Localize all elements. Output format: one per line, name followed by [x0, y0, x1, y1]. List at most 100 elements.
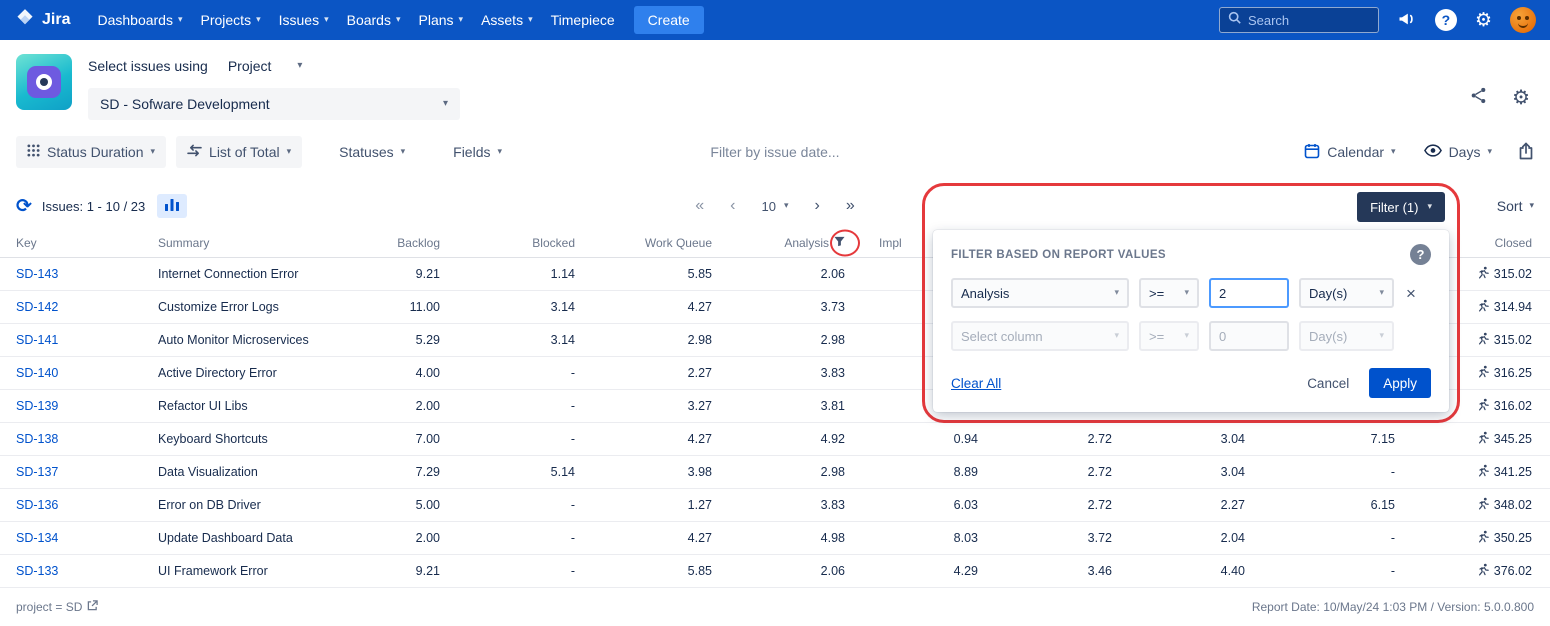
analysis-value: 3.83: [712, 366, 845, 380]
settings-button[interactable]: ⚙: [1475, 11, 1492, 30]
bar-chart-icon: [165, 199, 179, 214]
issue-key-link[interactable]: SD-136: [16, 498, 58, 512]
calendar-select[interactable]: Calendar ▾: [1302, 136, 1397, 168]
column-header-work-queue[interactable]: Work Queue: [575, 236, 712, 250]
report-type-select[interactable]: Status Duration ▾: [16, 136, 166, 168]
help-button[interactable]: ?: [1435, 9, 1457, 31]
hidden-col-value: 6.03: [845, 498, 978, 512]
table-row[interactable]: SD-133 UI Framework Error 9.21 - 5.85 2.…: [0, 555, 1550, 588]
global-search[interactable]: [1219, 7, 1379, 33]
closed-value: 315.02: [1494, 333, 1532, 347]
chevron-down-icon: ▾: [498, 148, 503, 157]
chevron-down-icon: ▾: [287, 148, 292, 157]
issue-date-filter-input[interactable]: [655, 144, 895, 160]
sort-button[interactable]: Sort ▾: [1497, 198, 1534, 214]
project-bar: Select issues using Project ▾ SD - Sofwa…: [0, 40, 1550, 132]
chevron-down-icon: ▾: [1184, 289, 1189, 298]
jira-logo[interactable]: Jira: [14, 7, 70, 34]
search-input[interactable]: [1248, 13, 1358, 28]
statuses-select[interactable]: Statuses ▾: [328, 136, 416, 168]
nav-item-plans[interactable]: Plans▾: [410, 0, 473, 40]
nav-item-issues[interactable]: Issues▾: [270, 0, 338, 40]
issue-key-link[interactable]: SD-137: [16, 465, 58, 479]
view-mode-select[interactable]: List of Total ▾: [176, 136, 302, 168]
previous-page-icon[interactable]: ‹: [730, 198, 735, 214]
hidden-col-value: 2.04: [1112, 531, 1245, 545]
chart-view-button[interactable]: [157, 194, 187, 218]
column-header-backlog[interactable]: Backlog: [326, 236, 440, 250]
running-person-icon: [1477, 431, 1490, 447]
fields-select[interactable]: Fields ▾: [442, 136, 513, 168]
issue-key-link[interactable]: SD-142: [16, 300, 58, 314]
nav-item-assets[interactable]: Assets▾: [472, 0, 542, 40]
table-row[interactable]: SD-136 Error on DB Driver 5.00 - 1.27 3.…: [0, 489, 1550, 522]
hidden-col-value: -: [1245, 531, 1395, 545]
apply-button[interactable]: Apply: [1369, 368, 1431, 398]
backlog-value: 2.00: [326, 399, 440, 413]
filter-button[interactable]: Filter (1) ▾: [1357, 192, 1445, 222]
chevron-down-icon: ▾: [401, 148, 406, 157]
cancel-button[interactable]: Cancel: [1307, 376, 1349, 391]
share-button[interactable]: [1469, 86, 1488, 108]
page-size-select[interactable]: 10 ▾: [762, 199, 789, 214]
external-link-icon[interactable]: [87, 600, 98, 614]
work-queue-value: 2.98: [575, 333, 712, 347]
remove-filter-icon[interactable]: ×: [1406, 285, 1416, 302]
gear-icon: ⚙: [1512, 87, 1530, 107]
report-settings-button[interactable]: ⚙: [1512, 87, 1530, 107]
clear-all-link[interactable]: Clear All: [951, 376, 1001, 391]
filter-operator-select[interactable]: >= ▾: [1139, 278, 1199, 308]
table-row[interactable]: SD-134 Update Dashboard Data 2.00 - 4.27…: [0, 522, 1550, 555]
next-page-icon[interactable]: ›: [815, 198, 820, 214]
last-page-icon[interactable]: »: [846, 198, 855, 214]
running-person-icon: [1477, 464, 1490, 480]
nav-item-dashboards[interactable]: Dashboards▾: [88, 0, 191, 40]
issue-key-link[interactable]: SD-139: [16, 399, 58, 413]
chevron-down-icon: ▾: [443, 99, 448, 109]
refresh-icon[interactable]: ⟳: [16, 197, 32, 216]
running-person-icon: [1477, 497, 1490, 513]
filter-value-input[interactable]: [1209, 278, 1289, 308]
issue-key-link[interactable]: SD-134: [16, 531, 58, 545]
issue-summary: Data Visualization: [158, 465, 326, 479]
column-header-analysis[interactable]: Analysis: [712, 236, 845, 250]
column-header-blocked[interactable]: Blocked: [440, 236, 575, 250]
chevron-down-icon: ▾: [1379, 289, 1384, 298]
create-button[interactable]: Create: [634, 6, 704, 34]
filter-unit-select[interactable]: Day(s) ▾: [1299, 278, 1394, 308]
hidden-col-value: 3.46: [978, 564, 1112, 578]
filter-column-select[interactable]: Analysis ▾: [951, 278, 1129, 308]
announcements-button[interactable]: [1397, 9, 1417, 32]
table-row[interactable]: SD-138 Keyboard Shortcuts 7.00 - 4.27 4.…: [0, 423, 1550, 456]
export-button[interactable]: [1518, 142, 1534, 163]
nav-item-boards[interactable]: Boards▾: [338, 0, 410, 40]
issue-source-mode-select[interactable]: Project ▾: [222, 54, 309, 78]
issue-key-link[interactable]: SD-141: [16, 333, 58, 347]
nav-item-timepiece[interactable]: Timepiece: [542, 0, 624, 40]
running-person-icon: [1477, 332, 1490, 348]
column-header-summary[interactable]: Summary: [158, 236, 326, 250]
project-select[interactable]: SD - Sofware Development ▾: [88, 88, 460, 120]
issues-count-label: Issues: 1 - 10 / 23: [42, 199, 145, 214]
first-page-icon[interactable]: «: [695, 198, 704, 214]
help-icon[interactable]: ?: [1410, 244, 1431, 265]
user-avatar[interactable]: [1510, 7, 1536, 33]
nav-item-projects[interactable]: Projects▾: [192, 0, 270, 40]
issue-key-link[interactable]: SD-143: [16, 267, 58, 281]
blocked-value: -: [440, 498, 575, 512]
export-icon: [1518, 142, 1534, 163]
analysis-value: 2.06: [712, 267, 845, 281]
work-queue-value: 4.27: [575, 531, 712, 545]
closed-value: 348.02: [1494, 498, 1532, 512]
jql-summary: project = SD: [16, 600, 82, 614]
pagination: « ‹ 10 ▾ › »: [695, 198, 854, 214]
issue-key-link[interactable]: SD-138: [16, 432, 58, 446]
column-header-key[interactable]: Key: [16, 236, 158, 250]
blocked-value: 1.14: [440, 267, 575, 281]
issue-key-link[interactable]: SD-133: [16, 564, 58, 578]
chevron-down-icon: ▾: [1391, 148, 1396, 157]
issue-key-link[interactable]: SD-140: [16, 366, 58, 380]
time-unit-select[interactable]: Days ▾: [1422, 136, 1494, 168]
table-row[interactable]: SD-137 Data Visualization 7.29 5.14 3.98…: [0, 456, 1550, 489]
filter-funnel-icon[interactable]: [834, 236, 845, 250]
